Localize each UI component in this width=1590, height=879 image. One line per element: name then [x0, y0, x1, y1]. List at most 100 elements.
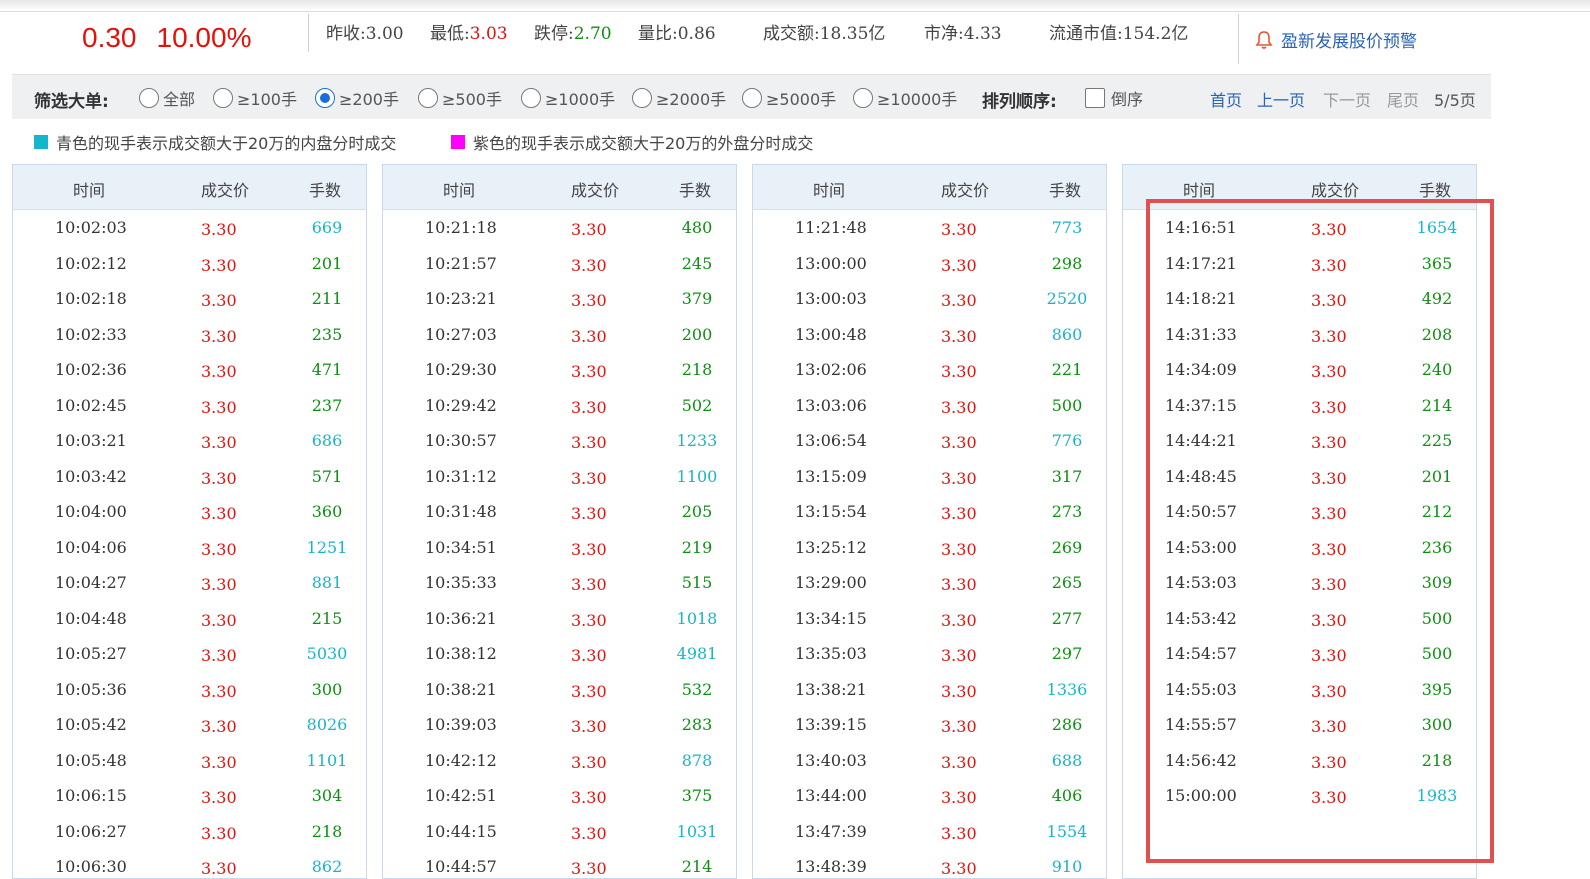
trade-volume: 878	[681, 750, 713, 770]
table-row: 13:02:06 3.30 221	[753, 352, 1106, 388]
trade-volume: 360	[311, 502, 343, 521]
trade-price: 3.30	[201, 646, 237, 665]
table-row: 10:34:51 3.30 219	[383, 530, 736, 566]
trade-volume: 297	[1051, 644, 1083, 663]
trade-volume: 283	[681, 715, 713, 734]
header-price: 成交价	[201, 181, 250, 200]
header-price: 成交价	[941, 181, 990, 200]
trade-price: 3.30	[571, 539, 607, 559]
trade-volume: 1251	[306, 537, 348, 557]
radio-circle[interactable]	[213, 88, 233, 108]
trade-price: 3.30	[941, 220, 977, 239]
pager-first[interactable]: 首页	[1210, 87, 1242, 111]
trade-price: 3.30	[201, 468, 237, 488]
trade-price: 3.30	[941, 255, 977, 275]
trade-price: 3.30	[201, 788, 237, 807]
trade-volume: 1336	[1046, 679, 1088, 699]
filter-option-1000[interactable]: ≥1000手	[521, 86, 615, 110]
trade-panel-2: 时间 成交价 手数 10:21:18 3.30 480 10:21:57 3.30 245 10:…	[382, 164, 737, 879]
table-row: 13:25:12 3.30 269	[753, 530, 1106, 566]
trade-price: 3.30	[201, 610, 237, 630]
stat-volume-ratio: 量比:0.86	[638, 24, 716, 44]
trade-time: 10:06:30	[55, 857, 127, 876]
trade-volume: 218	[311, 821, 343, 841]
trade-volume: 4981	[676, 644, 718, 663]
filter-option-2000[interactable]: ≥2000手	[632, 86, 726, 110]
table-row: 13:35:03 3.30 297	[753, 636, 1106, 672]
table-row: 10:03:21 3.30 686	[13, 423, 366, 459]
reverse-order-checkbox[interactable]: 倒序	[1085, 86, 1143, 110]
trade-price: 3.30	[571, 859, 607, 878]
filter-option-500[interactable]: ≥500手	[418, 86, 502, 110]
table-row: 13:15:54 3.30 273	[753, 494, 1106, 530]
filter-option-100[interactable]: ≥100手	[213, 86, 297, 110]
table-row: 10:38:21 3.30 532	[383, 672, 736, 708]
trade-time: 10:36:21	[425, 608, 497, 628]
radio-circle[interactable]	[632, 88, 652, 108]
trade-volume: 688	[1051, 750, 1083, 770]
trade-time: 10:05:36	[55, 679, 127, 699]
radio-circle[interactable]	[853, 88, 873, 108]
trade-time: 13:02:06	[795, 360, 867, 379]
trade-volume: 375	[681, 786, 713, 805]
trade-volume: 500	[1051, 395, 1083, 415]
filter-option-5000[interactable]: ≥5000手	[742, 86, 836, 110]
trade-time: 10:02:03	[55, 218, 127, 237]
trade-price: 3.30	[571, 326, 607, 346]
change-value: 0.30	[82, 22, 137, 53]
legend-magenta: 紫色的现手表示成交额大于20万的外盘分时成交	[451, 130, 813, 154]
trade-volume: 300	[311, 679, 343, 699]
header-time: 时间	[443, 181, 476, 200]
trade-volume: 1554	[1046, 821, 1088, 841]
table-row: 10:36:21 3.30 1018	[383, 601, 736, 637]
radio-circle[interactable]	[139, 88, 159, 108]
table-row: 10:05:48 3.30 1101	[13, 743, 366, 779]
trade-time: 13:00:48	[795, 324, 867, 344]
sort-label: 排列顺序:	[982, 92, 1057, 112]
trade-time: 13:29:00	[795, 573, 867, 592]
pager-next: 下一页	[1323, 91, 1372, 110]
trade-time: 10:29:30	[425, 360, 497, 379]
filter-option-all[interactable]: 全部	[139, 86, 195, 110]
trade-time: 13:48:39	[795, 857, 867, 876]
radio-circle[interactable]	[521, 88, 541, 108]
trade-time: 10:44:57	[425, 857, 497, 876]
filter-option-200[interactable]: ≥200手	[315, 86, 399, 110]
table-row: 13:39:15 3.30 286	[753, 707, 1106, 743]
trade-volume: 686	[311, 431, 343, 450]
trade-price: 3.30	[941, 504, 977, 523]
divider	[1238, 14, 1239, 64]
trade-panel-1: 时间 成交价 手数 10:02:03 3.30 669 10:02:12 3.30 201 10:…	[12, 164, 367, 879]
stat-pb: 市净:4.33	[924, 24, 1002, 44]
table-row: 13:00:48 3.30 860	[753, 317, 1106, 353]
trade-volume: 304	[311, 786, 343, 805]
pager-prev[interactable]: 上一页	[1257, 87, 1305, 111]
trade-time: 10:02:18	[55, 289, 127, 308]
trade-time: 10:30:57	[425, 431, 497, 450]
radio-circle-checked[interactable]	[315, 88, 335, 108]
bell-icon	[1255, 30, 1273, 49]
cyan-square-icon	[34, 135, 48, 149]
trade-time: 10:39:03	[425, 715, 497, 734]
trade-price: 3.30	[941, 575, 977, 594]
trade-time: 10:44:15	[425, 821, 497, 841]
trade-price: 3.30	[941, 859, 977, 878]
trade-volume: 235	[311, 324, 343, 344]
table-row: 13:48:39 3.30 910	[753, 849, 1106, 878]
trade-price: 3.30	[571, 752, 607, 772]
trade-volume: 221	[1051, 360, 1083, 379]
stat-limit-down: 跌停:2.70	[534, 24, 612, 44]
table-row: 13:03:06 3.30 500	[753, 388, 1106, 424]
checkbox-box[interactable]	[1085, 88, 1105, 108]
radio-circle[interactable]	[742, 88, 762, 108]
trade-volume: 245	[681, 253, 713, 273]
trade-volume: 237	[311, 395, 343, 415]
trade-volume: 205	[681, 502, 713, 521]
radio-circle[interactable]	[418, 88, 438, 108]
price-alert-link[interactable]: 盈新发展股价预警	[1255, 27, 1417, 52]
trade-volume: 265	[1051, 573, 1083, 592]
trade-price: 3.30	[201, 255, 237, 275]
filter-option-10000[interactable]: ≥10000手	[853, 86, 957, 110]
trade-price: 3.30	[201, 362, 237, 381]
table-row: 10:05:36 3.30 300	[13, 672, 366, 708]
